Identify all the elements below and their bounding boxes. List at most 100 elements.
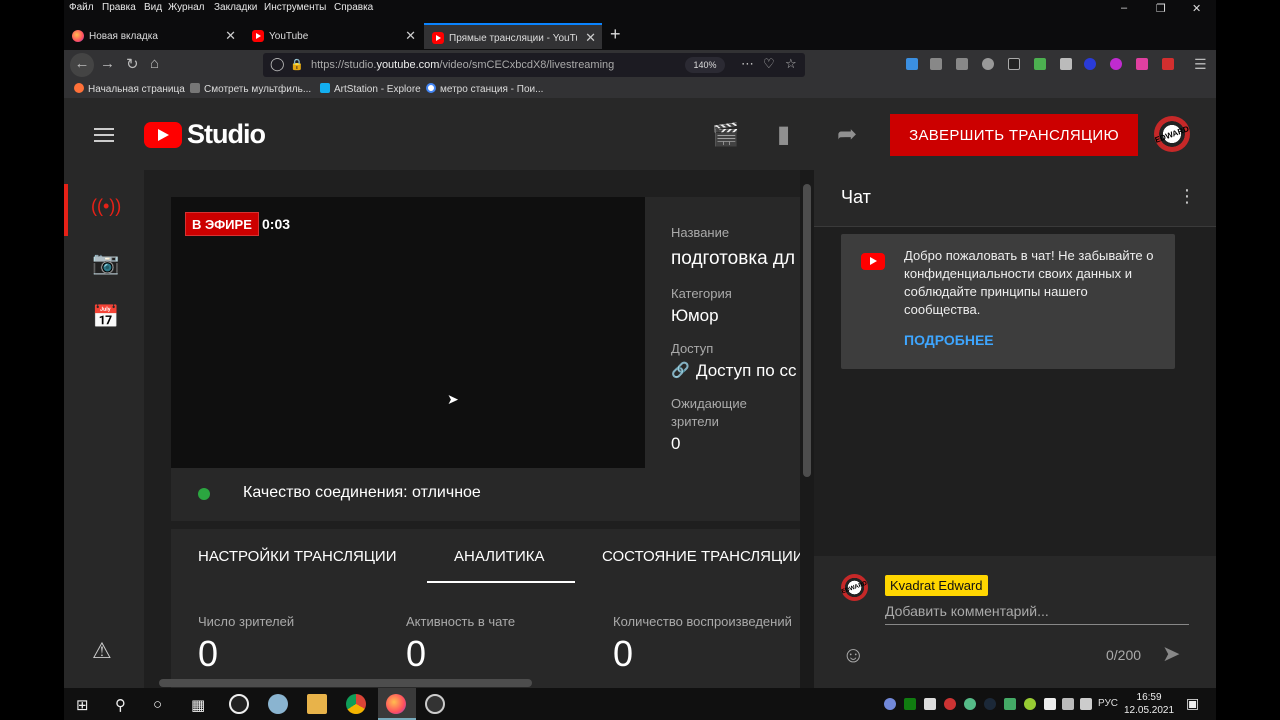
app-icon[interactable] — [268, 694, 288, 714]
menu-history[interactable]: Журнал — [168, 2, 205, 13]
task-view-icon[interactable]: ▦ — [191, 696, 205, 714]
downloads-icon[interactable] — [906, 58, 918, 70]
firefox-icon[interactable] — [386, 694, 406, 714]
extension-icon[interactable] — [1084, 58, 1096, 70]
access-label: Доступ — [671, 341, 714, 356]
close-window-icon[interactable]: ✕ — [1192, 2, 1201, 15]
extension-icon[interactable] — [1136, 58, 1148, 70]
end-stream-button[interactable]: ЗАВЕРШИТЬ ТРАНСЛЯЦИЮ — [890, 114, 1138, 156]
tab-stream-health[interactable]: СОСТОЯНИЕ ТРАНСЛЯЦИИ — [602, 548, 800, 565]
menu-help[interactable]: Справка — [334, 2, 373, 13]
tab-youtube[interactable]: YouTube ✕ — [244, 23, 422, 49]
feedback-icon[interactable]: ⚠ — [92, 638, 112, 664]
lock-icon[interactable]: 🔒 — [290, 58, 304, 71]
close-tab-icon[interactable]: ✕ — [225, 28, 236, 44]
vertical-scrollbar[interactable] — [800, 170, 814, 688]
home-icon[interactable]: ⌂ — [150, 55, 159, 72]
scroll-thumb[interactable] — [159, 679, 532, 687]
tab-stream-settings[interactable]: НАСТРОЙКИ ТРАНСЛЯЦИИ — [198, 548, 397, 565]
emoji-icon[interactable]: ☺ — [842, 642, 864, 668]
tray-icon[interactable] — [1004, 698, 1016, 710]
extension-badge-icon[interactable] — [1162, 58, 1174, 70]
file-explorer-icon[interactable] — [307, 694, 327, 714]
search-icon[interactable]: ⚲ — [115, 696, 126, 714]
bookmark-item[interactable]: метро станция - Пои... — [426, 83, 543, 95]
tab-livestreams[interactable]: Прямые трансляции - YouTube ✕ — [424, 23, 602, 49]
live-broadcast-icon[interactable]: ((•)) — [91, 196, 121, 217]
hamburger-menu-icon[interactable] — [94, 128, 114, 142]
menu-icon[interactable]: ☰ — [1194, 56, 1207, 73]
scroll-thumb[interactable] — [803, 184, 811, 477]
send-icon[interactable]: ➤ — [1162, 641, 1180, 667]
bookmark-item[interactable]: ArtStation - Explore — [320, 83, 421, 95]
shield-icon[interactable]: ◯ — [270, 56, 285, 72]
close-tab-icon[interactable]: ✕ — [585, 30, 596, 46]
bookmark-star-icon[interactable]: ☆ — [785, 56, 797, 72]
chrome-icon[interactable] — [346, 694, 366, 714]
back-icon[interactable]: ← — [70, 53, 94, 77]
more-vert-icon[interactable]: ⋮ — [1178, 186, 1196, 207]
menu-file[interactable]: Файл — [69, 2, 94, 13]
bookmark-item[interactable]: Начальная страница — [74, 83, 185, 95]
volume-icon[interactable] — [1080, 698, 1092, 710]
tray-icon[interactable] — [964, 698, 976, 710]
new-tab-icon[interactable]: + — [610, 24, 621, 45]
youtube-icon — [252, 30, 264, 42]
system-clock[interactable]: 16:59 12.05.2021 — [1124, 691, 1174, 717]
close-tab-icon[interactable]: ✕ — [405, 28, 416, 44]
extension-download-icon[interactable] — [1034, 58, 1046, 70]
studio-logo-text[interactable]: Studio — [187, 119, 266, 150]
sidebar-icon[interactable] — [956, 58, 968, 70]
library-icon[interactable] — [930, 58, 942, 70]
camera-icon[interactable]: 📷 — [92, 250, 119, 276]
forward-icon[interactable]: → — [100, 55, 115, 72]
tab-new-tab[interactable]: Новая вкладка ✕ — [64, 23, 242, 49]
xbox-icon[interactable] — [904, 698, 916, 710]
obs-icon[interactable] — [425, 694, 445, 714]
category-value: Юмор — [671, 306, 719, 325]
menu-bar: Файл Правка Вид Журнал Закладки Инструме… — [64, 0, 1216, 18]
avatar[interactable]: EDWARD — [1154, 116, 1190, 152]
horizontal-scrollbar[interactable] — [144, 676, 800, 688]
windows-start-icon[interactable]: ⊞ — [76, 696, 89, 714]
discord-icon[interactable] — [884, 698, 896, 710]
chat-message-input[interactable]: Добавить комментарий... — [885, 603, 1189, 625]
tab-analytics[interactable]: АНАЛИТИКА — [454, 548, 544, 565]
steam-icon[interactable] — [984, 698, 996, 710]
learn-more-link[interactable]: ПОДРОБНЕЕ — [904, 332, 994, 348]
notifications-icon[interactable]: ▣ — [1186, 695, 1199, 712]
bookmark-icon[interactable]: ▮ — [777, 120, 790, 149]
tray-icon[interactable] — [924, 698, 936, 710]
app-icon[interactable] — [229, 694, 249, 714]
menu-edit[interactable]: Правка — [102, 2, 136, 13]
menu-tools[interactable]: Инструменты — [264, 2, 326, 13]
account-icon[interactable] — [982, 58, 994, 70]
language-indicator[interactable]: РУС — [1098, 698, 1118, 709]
pocket-icon[interactable]: ♡ — [763, 56, 775, 72]
network-icon[interactable] — [1044, 698, 1056, 710]
tray-icon[interactable] — [1024, 698, 1036, 710]
menu-view[interactable]: Вид — [144, 2, 162, 13]
page-actions-icon[interactable]: ⋯ — [741, 56, 754, 72]
restore-icon[interactable]: ❐ — [1156, 2, 1166, 15]
battery-icon[interactable] — [1062, 698, 1074, 710]
extension-icon[interactable] — [1110, 58, 1122, 70]
bookmark-item[interactable]: Смотреть мультфиль... — [190, 83, 311, 95]
cortana-icon[interactable]: ○ — [153, 696, 162, 713]
waiting-label-line1: Ожидающие — [671, 396, 747, 411]
metric-label-chat: Активность в чате — [406, 614, 516, 629]
tray-icon[interactable] — [944, 698, 956, 710]
minimize-icon[interactable]: – — [1121, 2, 1127, 14]
zoom-indicator[interactable]: 140% — [685, 57, 725, 73]
calendar-icon[interactable]: 📅 — [92, 304, 119, 330]
clapperboard-icon[interactable]: 🎬 — [712, 122, 739, 148]
share-icon[interactable]: ➦ — [837, 120, 857, 149]
video-preview[interactable]: В ЭФИРЕ 0:03 — [171, 197, 645, 468]
youtube-logo-icon[interactable] — [144, 122, 182, 148]
menu-bookmarks[interactable]: Закладки — [214, 2, 257, 13]
extension-icon[interactable] — [1008, 58, 1020, 70]
reload-icon[interactable]: ↻ — [126, 55, 139, 73]
link-icon: 🔗 — [671, 362, 690, 379]
extension-icon[interactable] — [1060, 58, 1072, 70]
url-bar[interactable]: ◯ 🔒 https://studio.youtube.com/video/smC… — [263, 53, 805, 77]
